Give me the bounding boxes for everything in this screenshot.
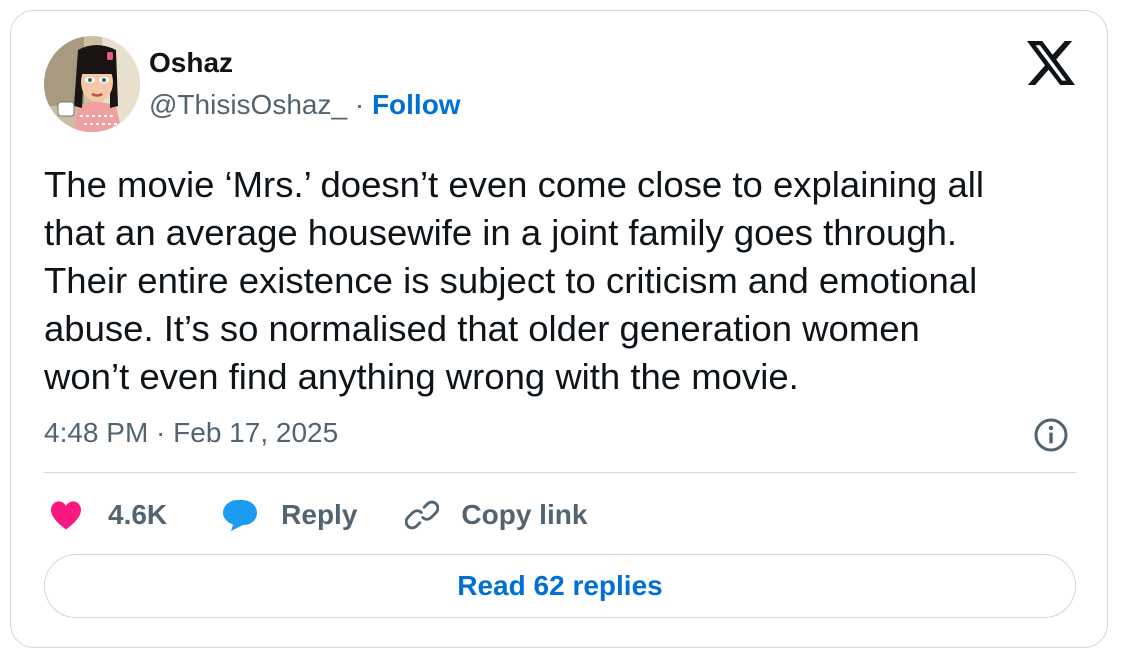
tweet-text: The movie ‘Mrs.’ doesn’t even come close… — [44, 164, 984, 397]
read-replies-button[interactable]: Read 62 replies — [44, 554, 1076, 618]
follow-button[interactable]: Follow — [372, 89, 461, 120]
like-button[interactable]: 4.6K — [49, 499, 167, 531]
like-count: 4.6K — [108, 499, 168, 530]
handle-separator: · — [347, 89, 372, 120]
copy-link-label: Copy link — [461, 499, 588, 530]
action-bar: 4.6K Reply Copy link — [44, 495, 587, 535]
avatar[interactable] — [44, 36, 140, 132]
tweet-timestamp[interactable]: 4:48 PM · Feb 17, 2025 — [44, 417, 338, 449]
reply-label: Reply — [281, 499, 358, 530]
author-handle[interactable]: @ThisisOshaz_ — [149, 89, 347, 120]
tweet-card: Oshaz @ThisisOshaz_ · Follow The movie ‘… — [10, 10, 1108, 648]
author-name[interactable]: Oshaz — [149, 47, 233, 79]
x-logo-icon[interactable] — [1027, 41, 1075, 85]
divider — [44, 472, 1076, 473]
info-icon[interactable] — [1033, 417, 1069, 453]
heart-icon — [51, 501, 81, 530]
copy-link-button[interactable]: Copy link — [405, 498, 587, 532]
reply-button[interactable]: Reply — [221, 498, 357, 532]
link-icon — [405, 500, 440, 530]
speech-bubble-icon — [223, 500, 258, 531]
author-handle-row: @ThisisOshaz_ · Follow — [149, 89, 461, 121]
